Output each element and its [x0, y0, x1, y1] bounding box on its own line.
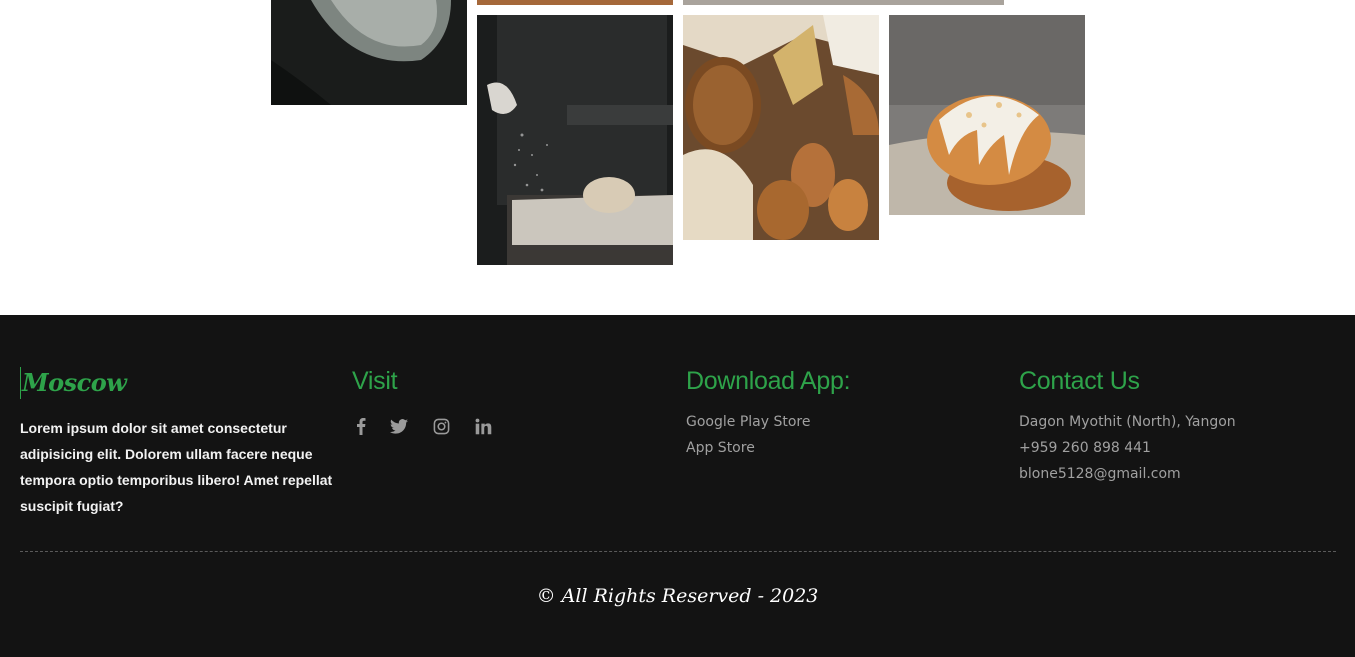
visit-heading: Visit [352, 367, 398, 395]
gallery-image-baker-flour[interactable] [477, 15, 673, 265]
site-footer: Moscow Lorem ipsum dolor sit amet consec… [0, 315, 1355, 657]
footer-about-text: Lorem ipsum dolor sit amet consectetur a… [20, 420, 333, 514]
gallery-image-strip-2[interactable] [683, 0, 1004, 5]
social-links [352, 415, 504, 437]
app-store-link[interactable]: App Store [686, 435, 810, 461]
image-gallery [0, 0, 1355, 315]
download-app-heading: Download App: [686, 367, 851, 395]
google-play-link[interactable]: Google Play Store [686, 409, 810, 435]
contact-phone[interactable]: +959 260 898 441 [1019, 435, 1236, 461]
facebook-icon[interactable] [356, 415, 378, 437]
twitter-icon[interactable] [378, 415, 420, 437]
contact-us-heading: Contact Us [1019, 367, 1140, 395]
contact-address: Dagon Myothit (North), Yangon [1019, 414, 1236, 430]
footer-divider [20, 551, 1336, 552]
gallery-image-dark-bowl[interactable] [271, 0, 467, 105]
copyright-text: © All Rights Reserved - 2023 [536, 585, 819, 607]
instagram-icon[interactable] [420, 415, 462, 437]
gallery-image-iced-bun[interactable] [889, 15, 1085, 215]
gallery-image-bread-basket[interactable] [683, 15, 879, 240]
download-links: Google Play Store App Store [686, 409, 810, 461]
footer-brand-logo[interactable]: Moscow [20, 367, 127, 399]
contact-email[interactable]: blone5128@gmail.com [1019, 461, 1236, 487]
gallery-image-strip-1[interactable] [477, 0, 673, 5]
contact-details: Dagon Myothit (North), Yangon +959 260 8… [1019, 409, 1236, 487]
linkedin-icon[interactable] [462, 415, 504, 437]
